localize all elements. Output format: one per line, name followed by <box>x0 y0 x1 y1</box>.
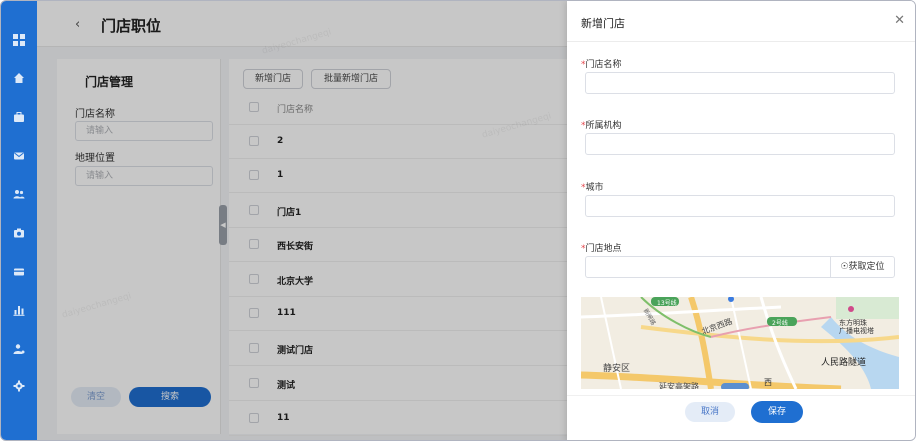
drawer-footer-divider <box>567 395 915 396</box>
store-location-field-label: *门店地点 <box>581 244 622 254</box>
store-name-field[interactable] <box>585 72 895 94</box>
bar-chart-icon[interactable] <box>12 303 26 317</box>
city-field-label: *城市 <box>581 183 604 193</box>
card-icon[interactable] <box>12 265 26 279</box>
left-nav-rail <box>1 1 37 440</box>
app-frame: ‹ 门店职位 门店管理 门店名称 请输入 地理位置 请输入 清空 搜索 ◀ 新增… <box>0 0 916 441</box>
gear-icon[interactable] <box>12 379 26 393</box>
briefcase-icon[interactable] <box>12 110 26 124</box>
save-button[interactable]: 保存 <box>751 401 803 423</box>
users-icon[interactable] <box>12 187 26 201</box>
map-view[interactable]: 13号线 2号线 北京西路 东方明珠 广播电视塔 人民路隧道 静安区 延安高架路… <box>581 297 899 389</box>
grid-icon[interactable] <box>12 33 26 47</box>
drawer-title: 新增门店 <box>581 17 625 30</box>
map-label-west: 西 <box>764 378 772 387</box>
map-label-tower: 东方明珠 广播电视塔 <box>839 319 874 335</box>
drawer-divider <box>567 41 915 42</box>
organization-field-label: *所属机构 <box>581 121 622 131</box>
get-location-button[interactable]: ☉获取定位 <box>830 257 894 277</box>
map-label-line13: 13号线 <box>657 300 677 307</box>
close-icon[interactable]: ✕ <box>894 13 905 28</box>
add-store-drawer: 新增门店 ✕ *门店名称 *所属机构 *城市 *门店地点 ☉获取定位 13号线 … <box>567 1 915 440</box>
location-pin-icon: ☉ <box>840 262 849 272</box>
map-label-yanan: 延安高架路 <box>659 382 699 389</box>
cancel-button[interactable]: 取消 <box>685 402 735 422</box>
camera-icon[interactable] <box>12 226 26 240</box>
map-canvas <box>581 297 899 389</box>
store-name-field-label: *门店名称 <box>581 60 622 70</box>
organization-field[interactable] <box>585 133 895 155</box>
home-icon[interactable] <box>12 71 26 85</box>
city-field[interactable] <box>585 195 895 217</box>
modal-overlay[interactable] <box>37 1 567 440</box>
store-location-field[interactable]: ☉获取定位 <box>585 256 895 278</box>
mail-icon[interactable] <box>12 149 26 163</box>
user-settings-icon[interactable] <box>12 342 26 356</box>
map-label-renmin-tunnel: 人民路隧道 <box>821 358 867 368</box>
map-label-line2: 2号线 <box>772 320 788 327</box>
map-label-jingan: 静安区 <box>603 364 631 374</box>
